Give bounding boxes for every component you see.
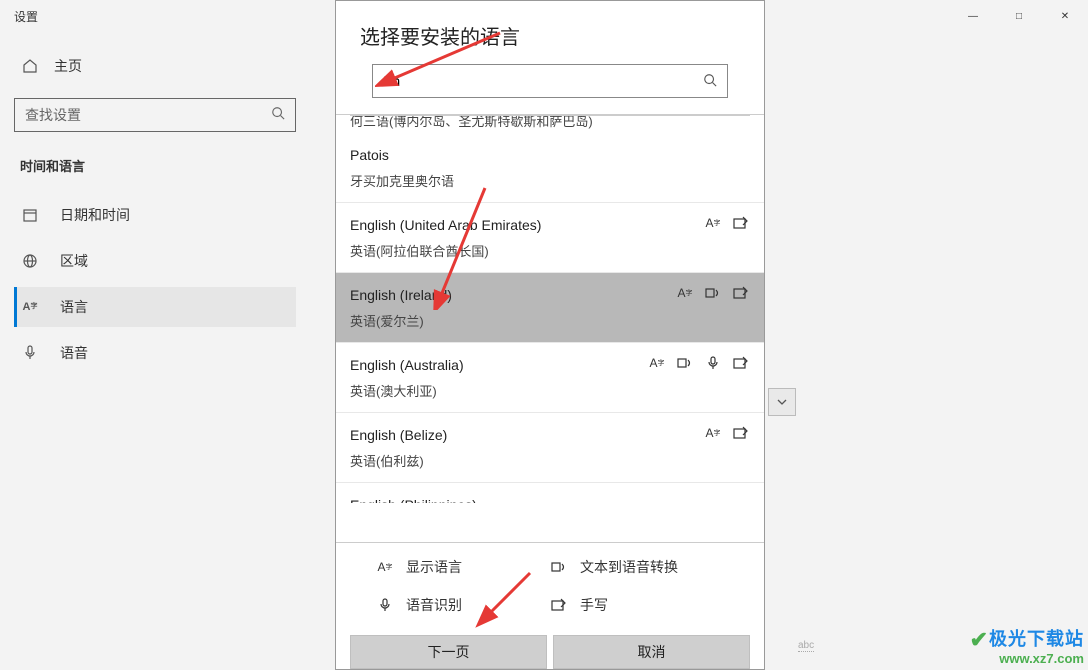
language-localized: 英语(阿拉伯联合酋长国) <box>350 241 750 260</box>
language-list[interactable]: 何三语(博内尔岛、圣尤斯特歇斯和萨巴岛) Patois 牙买加克里奥尔语 Eng… <box>336 115 764 536</box>
language-name: English (Philippines) <box>350 497 750 503</box>
tts-icon <box>704 285 722 301</box>
handwriting-icon <box>732 285 750 301</box>
dropdown-chevron[interactable] <box>768 388 796 416</box>
language-item-philippines[interactable]: English (Philippines) <box>336 483 764 503</box>
handwriting-icon <box>550 597 568 613</box>
language-icon: A字 <box>20 301 40 313</box>
abc-indicator: abc <box>798 640 814 652</box>
legend-label: 显示语言 <box>406 557 462 577</box>
partial-cutoff-item: 何三语(博内尔岛、圣尤斯特歇斯和萨巴岛) <box>336 115 764 133</box>
legend-label: 文本到语音转换 <box>580 557 678 577</box>
display-language-icon: A字 <box>704 215 722 231</box>
sidebar-search[interactable] <box>14 98 296 132</box>
language-item-belize[interactable]: English (Belize) 英语(伯利兹) A字 <box>336 413 764 483</box>
window-title: 设置 <box>14 8 38 25</box>
language-search-input[interactable] <box>383 73 703 89</box>
next-button[interactable]: 下一页 <box>350 635 547 669</box>
minimize-button[interactable]: — <box>950 0 996 32</box>
nav-region[interactable]: 区域 <box>14 241 296 281</box>
display-language-icon: A字 <box>376 559 394 575</box>
language-item-australia[interactable]: English (Australia) 英语(澳大利亚) A字 <box>336 343 764 413</box>
watermark: ✔极光下载站 www.xz7.com <box>970 625 1084 666</box>
language-item-patois[interactable]: Patois 牙买加克里奥尔语 <box>336 133 764 203</box>
legend-voice: 语音识别 <box>376 595 550 615</box>
handwriting-icon <box>732 215 750 231</box>
watermark-brand-pre: 极光 <box>989 629 1027 649</box>
language-localized: 英语(伯利兹) <box>350 451 750 470</box>
mic-icon <box>376 597 394 613</box>
display-language-icon: A字 <box>704 425 722 441</box>
legend-display: A字 显示语言 <box>376 557 550 577</box>
display-language-icon: A字 <box>676 285 694 301</box>
window-controls: — □ ✕ <box>950 0 1088 32</box>
dialog-buttons: 下一页 取消 <box>336 629 764 669</box>
handwriting-icon <box>732 425 750 441</box>
nav-label: 语音 <box>60 343 88 363</box>
sidebar: 主页 时间和语言 日期和时间 区域 A字 语言 语音 <box>0 48 310 379</box>
calendar-icon <box>20 207 40 223</box>
language-install-dialog: 选择要安装的语言 何三语(博内尔岛、圣尤斯特歇斯和萨巴岛) Patois 牙买加… <box>335 0 765 670</box>
nav-label: 语言 <box>60 297 88 317</box>
legend-hand: 手写 <box>550 595 724 615</box>
watermark-brand-post: 下载站 <box>1027 629 1084 649</box>
language-name: English (United Arab Emirates) <box>350 217 750 233</box>
sidebar-search-input[interactable] <box>25 107 271 123</box>
nav-language[interactable]: A字 语言 <box>14 287 296 327</box>
watermark-url: www.xz7.com <box>970 651 1084 666</box>
section-heading: 时间和语言 <box>14 156 296 175</box>
home-label: 主页 <box>54 56 82 76</box>
nav-voice[interactable]: 语音 <box>14 333 296 373</box>
language-search[interactable] <box>372 64 728 98</box>
nav-label: 区域 <box>60 251 88 271</box>
mic-icon <box>20 345 40 361</box>
home-icon <box>20 58 40 74</box>
tts-icon <box>676 355 694 371</box>
maximize-button[interactable]: □ <box>996 0 1042 32</box>
language-item-uae[interactable]: English (United Arab Emirates) 英语(阿拉伯联合酋… <box>336 203 764 273</box>
legend-label: 语音识别 <box>406 595 462 615</box>
nav-label: 日期和时间 <box>60 205 130 225</box>
language-item-ireland[interactable]: English (Ireland) 英语(爱尔兰) A字 <box>336 273 764 343</box>
dialog-title: 选择要安装的语言 <box>336 1 764 64</box>
language-name: Patois <box>350 147 750 163</box>
home-button[interactable]: 主页 <box>14 48 296 84</box>
search-icon <box>271 106 285 125</box>
language-localized: 牙买加克里奥尔语 <box>350 171 750 190</box>
search-icon <box>703 73 717 90</box>
handwriting-icon <box>732 355 750 371</box>
language-localized: 英语(澳大利亚) <box>350 381 750 400</box>
globe-icon <box>20 253 40 269</box>
cancel-button[interactable]: 取消 <box>553 635 750 669</box>
nav-date-time[interactable]: 日期和时间 <box>14 195 296 235</box>
language-name: English (Belize) <box>350 427 750 443</box>
language-localized: 英语(爱尔兰) <box>350 311 750 330</box>
mic-icon <box>704 355 722 371</box>
close-button[interactable]: ✕ <box>1042 0 1088 32</box>
feature-legend: A字 显示语言 文本到语音转换 语音识别 手写 <box>336 543 764 629</box>
legend-label: 手写 <box>580 595 608 615</box>
display-language-icon: A字 <box>648 355 666 371</box>
tts-icon <box>550 559 568 575</box>
legend-tts: 文本到语音转换 <box>550 557 724 577</box>
